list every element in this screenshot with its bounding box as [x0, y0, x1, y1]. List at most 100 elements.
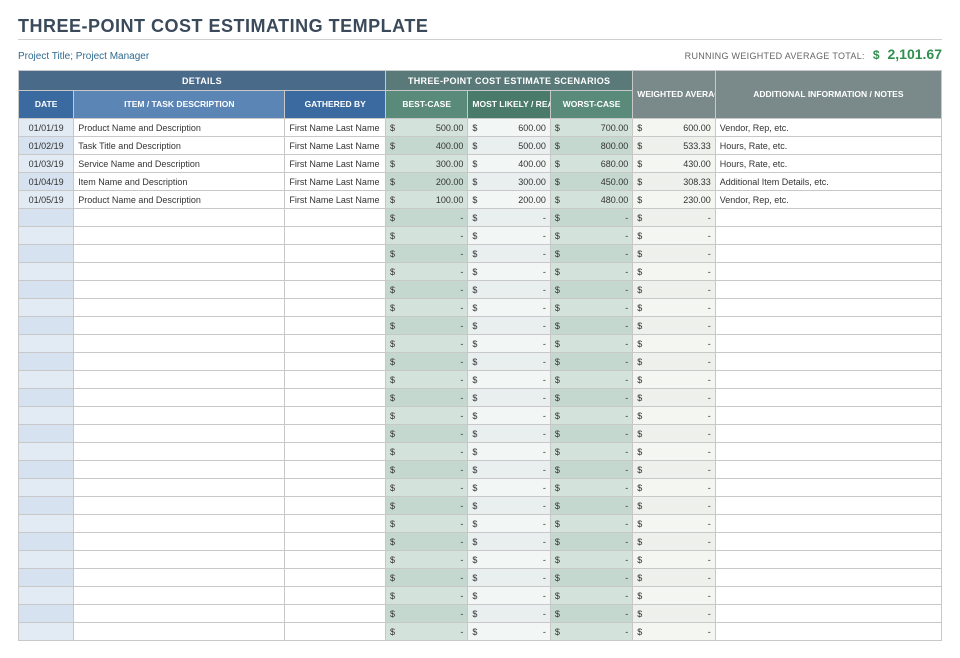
cell-avg[interactable]: $-: [633, 209, 715, 227]
cell-worst[interactable]: $480.00: [550, 191, 632, 209]
cell-gathered-by[interactable]: [285, 299, 386, 317]
cell-worst[interactable]: $-: [550, 443, 632, 461]
cell-avg[interactable]: $-: [633, 263, 715, 281]
cell-most[interactable]: $-: [468, 515, 550, 533]
cell-date[interactable]: 01/04/19: [19, 173, 74, 191]
cell-gathered-by[interactable]: [285, 479, 386, 497]
cell-best[interactable]: $-: [385, 371, 467, 389]
cell-most[interactable]: $-: [468, 551, 550, 569]
cell-worst[interactable]: $-: [550, 317, 632, 335]
cell-date[interactable]: [19, 281, 74, 299]
cell-notes[interactable]: [715, 353, 941, 371]
cell-worst[interactable]: $-: [550, 569, 632, 587]
cell-notes[interactable]: [715, 389, 941, 407]
cell-avg[interactable]: $-: [633, 479, 715, 497]
cell-gathered-by[interactable]: First Name Last Name: [285, 155, 386, 173]
cell-most[interactable]: $300.00: [468, 173, 550, 191]
cell-most[interactable]: $-: [468, 227, 550, 245]
cell-gathered-by[interactable]: [285, 425, 386, 443]
cell-worst[interactable]: $-: [550, 533, 632, 551]
cell-gathered-by[interactable]: First Name Last Name: [285, 119, 386, 137]
cell-gathered-by[interactable]: [285, 497, 386, 515]
cell-date[interactable]: [19, 335, 74, 353]
cell-most[interactable]: $200.00: [468, 191, 550, 209]
cell-worst[interactable]: $680.00: [550, 155, 632, 173]
cell-avg[interactable]: $-: [633, 317, 715, 335]
cell-notes[interactable]: [715, 425, 941, 443]
cell-gathered-by[interactable]: [285, 605, 386, 623]
cell-notes[interactable]: [715, 371, 941, 389]
cell-avg[interactable]: $533.33: [633, 137, 715, 155]
cell-date[interactable]: [19, 299, 74, 317]
cell-gathered-by[interactable]: [285, 371, 386, 389]
cell-desc[interactable]: [74, 533, 285, 551]
cell-notes[interactable]: [715, 335, 941, 353]
cell-avg[interactable]: $-: [633, 407, 715, 425]
cell-gathered-by[interactable]: [285, 461, 386, 479]
cell-gathered-by[interactable]: [285, 623, 386, 641]
cell-desc[interactable]: [74, 605, 285, 623]
cell-date[interactable]: [19, 407, 74, 425]
cell-desc[interactable]: [74, 407, 285, 425]
cell-most[interactable]: $-: [468, 461, 550, 479]
cell-best[interactable]: $-: [385, 425, 467, 443]
cell-most[interactable]: $500.00: [468, 137, 550, 155]
cell-gathered-by[interactable]: [285, 389, 386, 407]
cell-best[interactable]: $-: [385, 497, 467, 515]
cell-most[interactable]: $600.00: [468, 119, 550, 137]
cell-date[interactable]: [19, 263, 74, 281]
cell-avg[interactable]: $-: [633, 281, 715, 299]
cell-best[interactable]: $100.00: [385, 191, 467, 209]
cell-desc[interactable]: [74, 497, 285, 515]
cell-best[interactable]: $500.00: [385, 119, 467, 137]
cell-avg[interactable]: $600.00: [633, 119, 715, 137]
cell-desc[interactable]: [74, 443, 285, 461]
cell-worst[interactable]: $-: [550, 263, 632, 281]
cell-desc[interactable]: [74, 353, 285, 371]
cell-desc[interactable]: [74, 209, 285, 227]
cell-best[interactable]: $-: [385, 461, 467, 479]
cell-best[interactable]: $-: [385, 551, 467, 569]
cell-gathered-by[interactable]: [285, 263, 386, 281]
cell-best[interactable]: $-: [385, 533, 467, 551]
cell-gathered-by[interactable]: [285, 587, 386, 605]
cell-date[interactable]: 01/02/19: [19, 137, 74, 155]
cell-notes[interactable]: [715, 605, 941, 623]
cell-best[interactable]: $-: [385, 605, 467, 623]
cell-most[interactable]: $-: [468, 209, 550, 227]
cell-best[interactable]: $-: [385, 281, 467, 299]
cell-best[interactable]: $-: [385, 515, 467, 533]
cell-worst[interactable]: $-: [550, 335, 632, 353]
cell-gathered-by[interactable]: [285, 569, 386, 587]
cell-avg[interactable]: $-: [633, 425, 715, 443]
cell-desc[interactable]: [74, 479, 285, 497]
cell-best[interactable]: $-: [385, 623, 467, 641]
cell-most[interactable]: $-: [468, 623, 550, 641]
cell-desc[interactable]: [74, 425, 285, 443]
cell-avg[interactable]: $-: [633, 443, 715, 461]
cell-worst[interactable]: $-: [550, 389, 632, 407]
cell-worst[interactable]: $-: [550, 281, 632, 299]
cell-worst[interactable]: $-: [550, 479, 632, 497]
cell-date[interactable]: [19, 479, 74, 497]
cell-notes[interactable]: Additional Item Details, etc.: [715, 173, 941, 191]
cell-desc[interactable]: [74, 335, 285, 353]
cell-notes[interactable]: [715, 245, 941, 263]
cell-desc[interactable]: [74, 551, 285, 569]
cell-worst[interactable]: $-: [550, 551, 632, 569]
cell-most[interactable]: $-: [468, 407, 550, 425]
cell-worst[interactable]: $-: [550, 407, 632, 425]
cell-desc[interactable]: [74, 461, 285, 479]
cell-desc[interactable]: [74, 587, 285, 605]
cell-desc[interactable]: [74, 623, 285, 641]
cell-gathered-by[interactable]: [285, 551, 386, 569]
cell-avg[interactable]: $-: [633, 461, 715, 479]
cell-desc[interactable]: Product Name and Description: [74, 191, 285, 209]
cell-best[interactable]: $-: [385, 389, 467, 407]
cell-most[interactable]: $-: [468, 371, 550, 389]
cell-best[interactable]: $-: [385, 209, 467, 227]
cell-gathered-by[interactable]: [285, 443, 386, 461]
cell-most[interactable]: $-: [468, 245, 550, 263]
cell-worst[interactable]: $-: [550, 605, 632, 623]
cell-worst[interactable]: $-: [550, 353, 632, 371]
